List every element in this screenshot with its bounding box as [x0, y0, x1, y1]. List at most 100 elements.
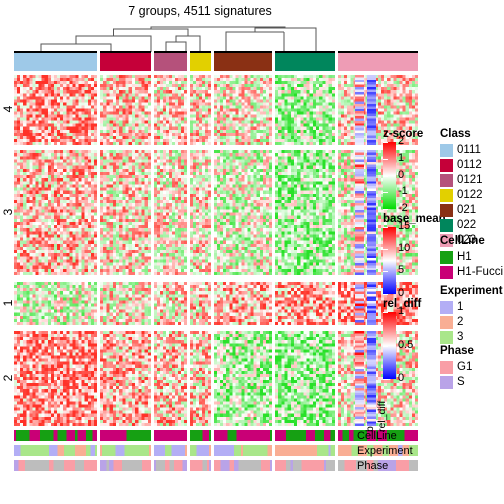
legend-tick-z-score-1: 1 [398, 151, 405, 164]
legend-swatch-CellLine-H1-Fucci [440, 266, 453, 279]
annotation-Phase-0111 [14, 460, 97, 471]
row-slice-label-3: 3 [1, 208, 15, 215]
heat-block-0112-row3 [100, 150, 151, 275]
heat-block-0111-row1 [14, 282, 97, 325]
legend-swatch-Phase-G1 [440, 361, 453, 374]
class-block-0121 [154, 53, 187, 71]
legend-tickmark-base_mean [383, 227, 388, 228]
right-annotation-rel_diff-row1 [367, 282, 376, 325]
annotation-CellLine-022 [275, 430, 335, 441]
right-annotation-rel_diff-row4 [367, 75, 376, 145]
heat-block-021-row1 [214, 282, 272, 325]
annotation-CellLine-0112 [100, 430, 151, 441]
legend-tickmark-z-score [383, 209, 388, 210]
legend-tickmark-rel_diff [383, 346, 388, 347]
legend-title-CellLine: CellLine [440, 235, 485, 247]
annotation-CellLine-0111 [14, 430, 97, 441]
legend-label-Phase-S: S [457, 376, 465, 388]
heat-block-0111-row4 [14, 75, 97, 145]
annotation-label-Experiment: Experiment [357, 445, 413, 457]
legend-label-Class-0111: 0111 [457, 144, 481, 156]
heat-block-0111-row2 [14, 331, 97, 426]
heat-block-022-row1 [275, 282, 335, 325]
legend-tick-z-score-2: 2 [398, 135, 405, 147]
legend-tick-base_mean-10: 10 [398, 242, 411, 255]
class-block-023 [338, 53, 418, 71]
legend-label-Experiment-1: 1 [457, 301, 464, 313]
legend-swatch-Class-0121 [440, 174, 453, 187]
legend-tick-z-score-0: 0 [398, 168, 405, 181]
legend-tickmark-z-score [383, 176, 388, 177]
legend-label-CellLine-H1-Fucci: H1-Fucci [457, 266, 504, 278]
legend-tickmark-base_mean [383, 249, 388, 250]
legend-label-Class-021: 021 [457, 204, 477, 216]
right-annotation-base_mean-row2 [355, 331, 364, 426]
legend-title-Phase: Phase [440, 345, 474, 357]
legend-tickmark-base_mean [383, 271, 388, 272]
heat-block-021-row2 [214, 331, 272, 426]
heat-block-0122-row2 [190, 331, 211, 426]
heatmap-figure: 7 groups, 4511 signatures Class 4 3 1 2 Cel… [0, 0, 504, 504]
heat-block-0122-row1 [190, 282, 211, 325]
heat-block-0112-row1 [100, 282, 151, 325]
class-block-021 [214, 53, 272, 71]
legend-tickmark-z-score [383, 192, 388, 193]
legend-label-Experiment-2: 2 [457, 316, 464, 328]
annotation-CellLine-0122 [190, 430, 211, 441]
class-block-0111 [14, 53, 97, 71]
legend-swatch-Experiment-3 [440, 331, 453, 344]
legend-label-Class-0112: 0112 [457, 159, 482, 171]
legend-label-Class-0121: 0121 [457, 174, 483, 186]
annotation-Phase-0121 [154, 460, 187, 471]
legend-label-Class-0122: 0122 [457, 189, 483, 201]
legend-tick-base_mean-15: 15 [398, 220, 411, 232]
right-annotation-base_mean-row3 [355, 150, 364, 275]
legend-swatch-Class-022 [440, 219, 453, 232]
legend-tick-base_mean-5: 5 [398, 264, 405, 277]
annotation-CellLine-021 [214, 430, 272, 441]
legend-tickmark-rel_diff [383, 312, 388, 313]
legend-colorbar-base_mean [383, 227, 396, 294]
legend-label-Phase-G1: G1 [457, 361, 473, 373]
class-block-0122 [190, 53, 211, 71]
legend-swatch-Phase-S [440, 376, 453, 389]
legend-tick-rel_diff-1: 1 [398, 305, 405, 317]
legend-tick-rel_diff-0.5: 0.5 [398, 338, 414, 351]
annotation-Experiment-0112 [100, 445, 151, 456]
right-annotation-base_mean-row1 [355, 282, 364, 325]
row-slice-label-4: 4 [1, 105, 15, 113]
legend-swatch-Class-0112 [440, 159, 453, 172]
class-block-0112 [100, 53, 151, 71]
right-annotation-base_mean-row4 [355, 75, 364, 145]
heat-block-021-row3 [214, 150, 272, 275]
legend-swatch-Class-0111 [440, 144, 453, 157]
legend-tickmark-z-score [383, 142, 388, 143]
annotation-Experiment-0121 [154, 445, 187, 456]
legend-title-Class: Class [440, 128, 471, 140]
figure-title: 7 groups, 4511 signatures [128, 4, 272, 18]
heat-block-0112-row2 [100, 331, 151, 426]
legend-swatch-Experiment-1 [440, 301, 453, 314]
legend-swatch-CellLine-H1 [440, 251, 453, 264]
row-slice-label-1: 1 [1, 299, 15, 306]
legend-tickmark-rel_diff [383, 379, 388, 380]
heat-block-021-row4 [214, 75, 272, 145]
right-annotation-label-rel_diff: rel_diff [376, 400, 388, 432]
legend-tick-rel_diff-0: 0 [398, 372, 405, 384]
heat-block-022-row2 [275, 331, 335, 426]
annotation-label-Phase: Phase [357, 460, 389, 472]
legend-tickmark-z-score [383, 159, 388, 160]
legend-swatch-Class-0122 [440, 189, 453, 202]
legend-label-Experiment-3: 3 [457, 331, 464, 343]
annotation-Phase-0122 [190, 460, 211, 471]
legend-tick-z-score--1: -1 [398, 185, 408, 198]
heat-block-022-row3 [275, 150, 335, 275]
annotation-Experiment-0122 [190, 445, 211, 456]
heat-block-0122-row3 [190, 150, 211, 275]
legend-swatch-Class-021 [440, 204, 453, 217]
heat-block-0111-row3 [14, 150, 97, 275]
heat-block-0121-row2 [154, 331, 187, 426]
legend-title-Experiment: Experiment [440, 285, 503, 297]
legend-tickmark-base_mean [383, 294, 388, 295]
annotation-Experiment-0111 [14, 445, 97, 456]
